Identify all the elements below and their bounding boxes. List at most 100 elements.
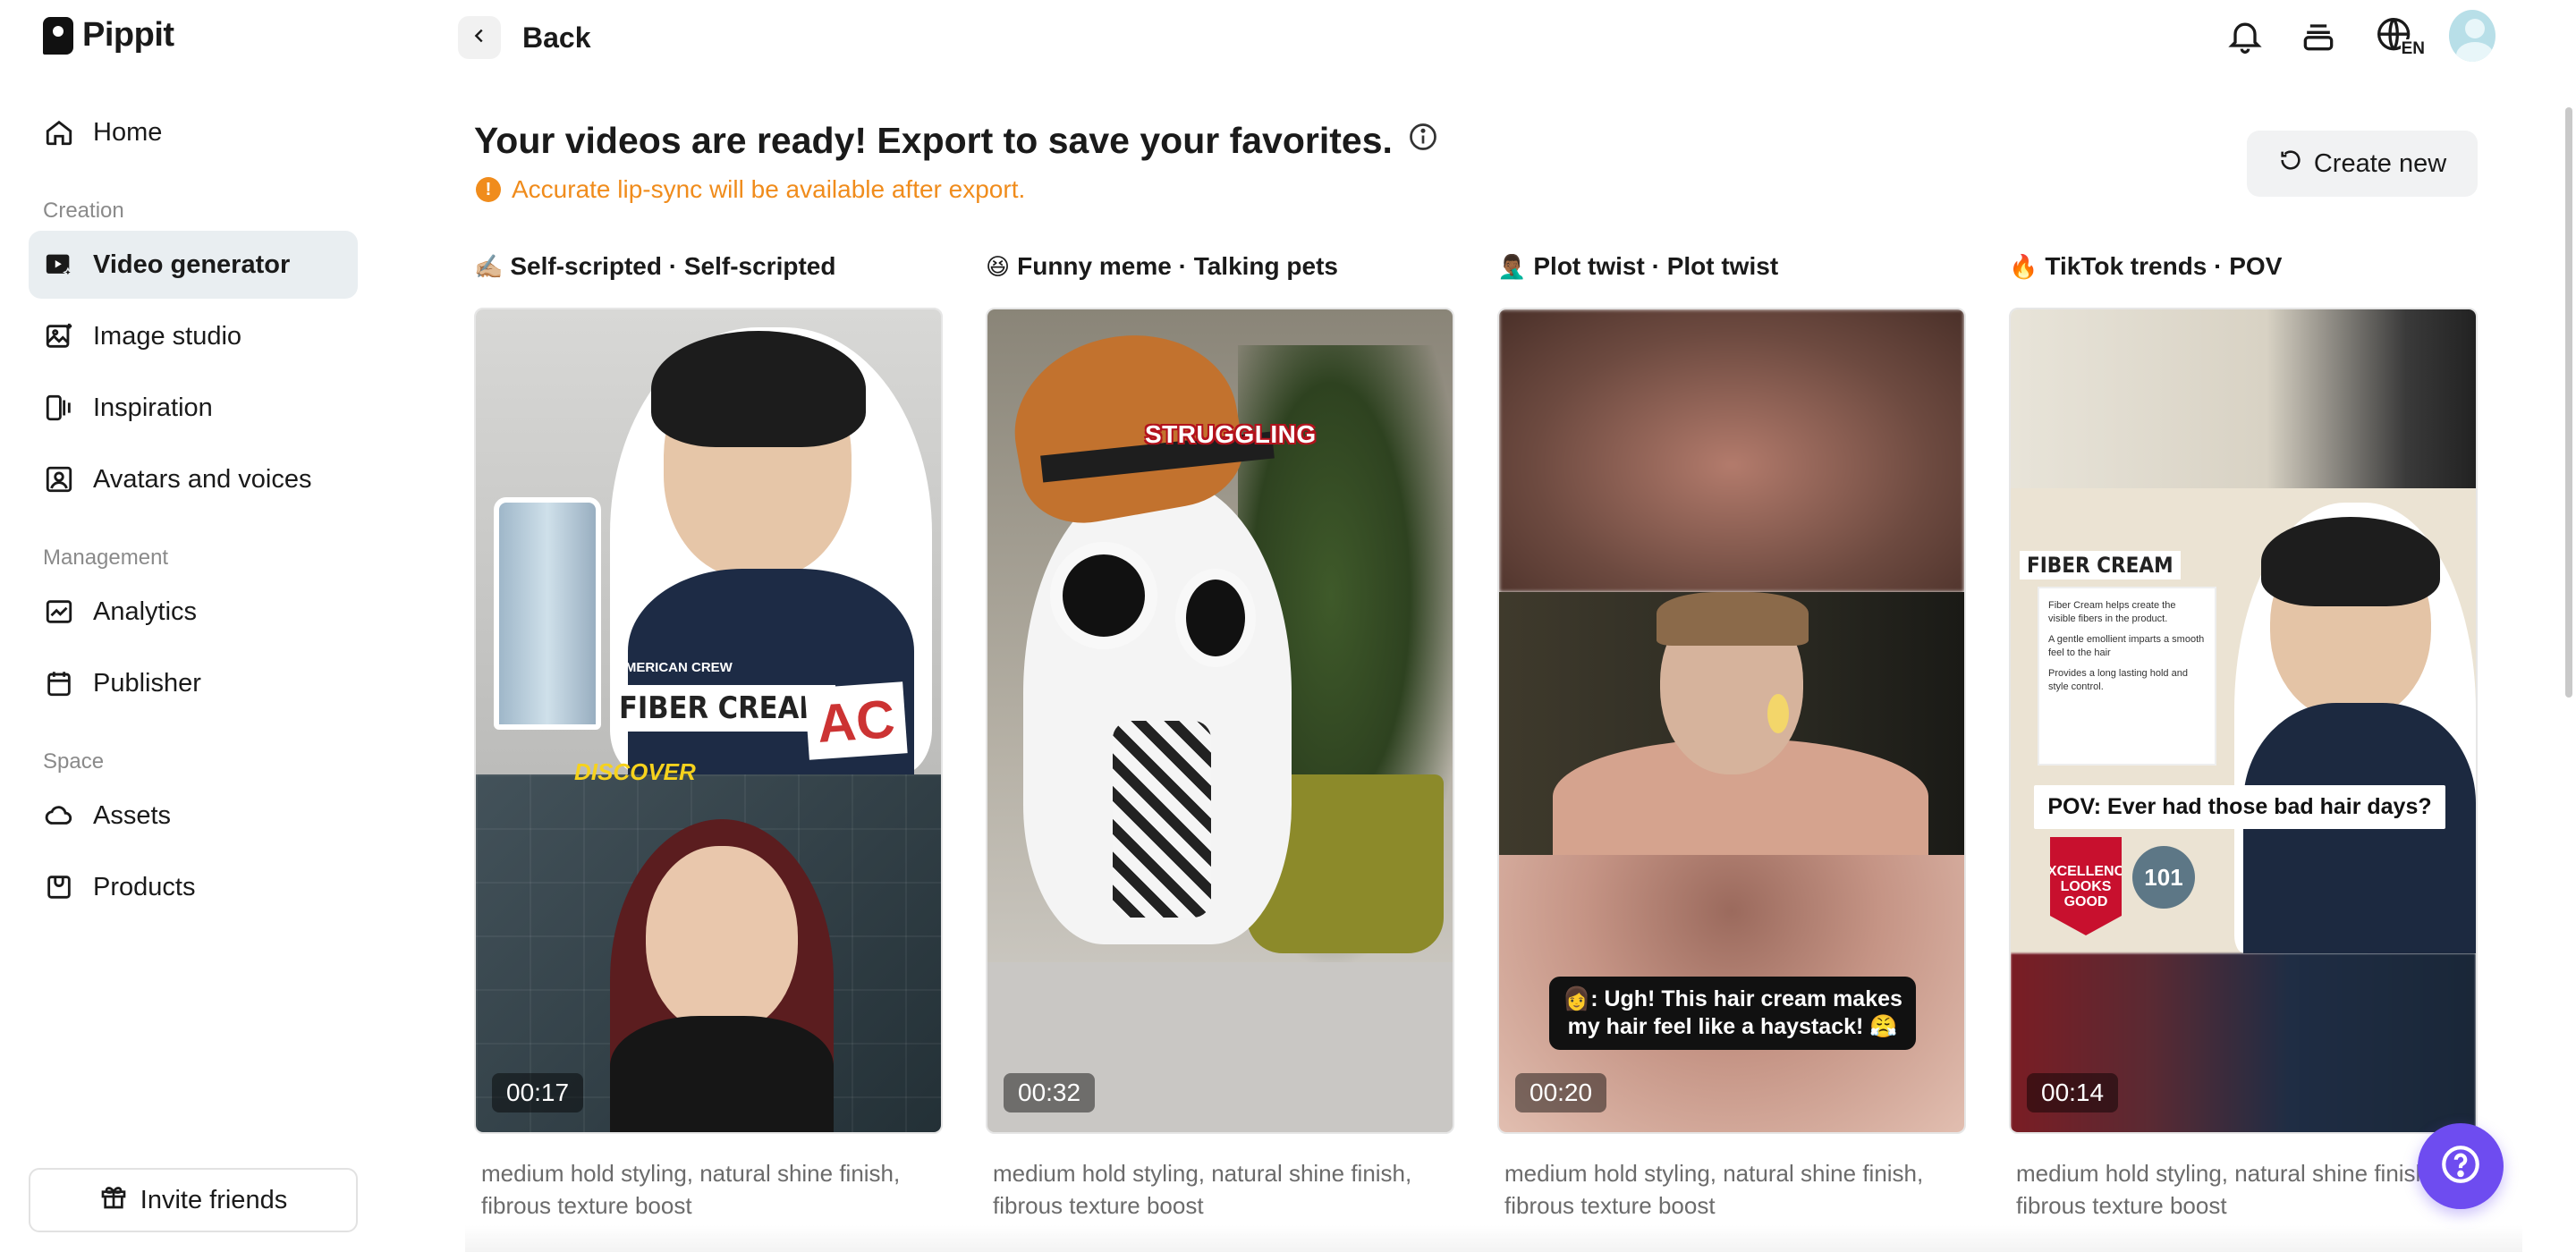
image-studio-icon: [43, 320, 75, 352]
brand-small-label: AMERICAN CREW: [615, 660, 733, 675]
create-new-button[interactable]: Create new: [2247, 131, 2478, 197]
video-description: medium hold styling, natural shine finis…: [1504, 1160, 1924, 1219]
cloud-icon: [43, 799, 75, 832]
video-description: medium hold styling, natural shine finis…: [481, 1160, 901, 1219]
back-button[interactable]: [458, 16, 501, 59]
app-logo[interactable]: Pippit: [43, 16, 174, 55]
notification-bell-icon[interactable]: [2222, 11, 2268, 61]
video-card: 😆 Funny meme · Talking pets STRUGGLING 0…: [986, 249, 1454, 1219]
nav-section-creation: Creation: [43, 199, 124, 223]
video-thumbnail[interactable]: 👩: Ugh! This hair cream makes my hair fe…: [1497, 308, 1966, 1134]
sidebar-item-label: Video generator: [93, 250, 291, 279]
product-note: Provides a long lasting hold and style c…: [2048, 668, 2188, 692]
sidebar-item-video-generator[interactable]: Video generator: [29, 231, 358, 299]
video-thumbnail[interactable]: FIBER CREAM Fiber Cream helps create the…: [2009, 308, 2478, 1134]
video-card-title: 🤦🏾‍♂️ Plot twist · Plot twist: [1497, 249, 1966, 284]
language-globe-icon[interactable]: EN: [2368, 11, 2426, 61]
product-tube-image: [494, 497, 601, 730]
pippit-logo-icon: [43, 16, 73, 55]
sidebar-item-label: Home: [93, 117, 163, 147]
duration-badge: 00:20: [1515, 1073, 1607, 1112]
sidebar-item-assets[interactable]: Assets: [29, 782, 358, 850]
brand-logo: AC: [804, 681, 908, 760]
meme-caption: STRUGGLING: [1145, 420, 1317, 448]
sidebar-item-products[interactable]: Products: [29, 853, 358, 921]
user-avatar[interactable]: [2449, 10, 2496, 62]
sidebar-item-label: Image studio: [93, 321, 242, 351]
discover-tag: DISCOVER: [574, 758, 696, 785]
page-title-text: Your videos are ready! Export to save yo…: [474, 120, 1393, 161]
product-label: FIBER CREAM: [2020, 551, 2181, 579]
invite-friends-button[interactable]: Invite friends: [29, 1168, 358, 1232]
product-label: FIBER CREAM: [610, 685, 835, 732]
video-card-title: 🔥 TikTok trends · POV: [2009, 249, 2478, 284]
subtitle-caption: 👩: Ugh! This hair cream makes my hair fe…: [1549, 977, 1916, 1050]
sidebar-item-label: Avatars and voices: [93, 464, 312, 494]
stack-layers-icon[interactable]: [2295, 11, 2342, 61]
nav-section-space: Space: [43, 749, 105, 774]
card-title-text: Self-scripted · Self-scripted: [510, 252, 836, 280]
excellence-badge: EXCELLENCE LOOKS GOOD: [2050, 837, 2122, 935]
product-box-icon: [43, 871, 75, 903]
sidebar-item-avatars-voices[interactable]: Avatars and voices: [29, 445, 358, 513]
sidebar-item-label: Inspiration: [93, 393, 213, 422]
help-button[interactable]: [2418, 1123, 2504, 1209]
card-emoji: 🤦🏾‍♂️: [1497, 252, 1527, 280]
gift-icon: [99, 1182, 128, 1218]
warning-text: Accurate lip-sync will be available afte…: [512, 175, 1026, 203]
card-emoji: 😆: [986, 252, 1011, 280]
avatar-icon: [43, 463, 75, 495]
sidebar-item-home[interactable]: Home: [29, 98, 358, 166]
video-card-title: ✍🏼 Self-scripted · Self-scripted: [474, 249, 943, 284]
sidebar-item-inspiration[interactable]: Inspiration: [29, 374, 358, 442]
sidebar: Pippit Home Creation Video generator Ima…: [0, 0, 386, 1252]
video-description: medium hold styling, natural shine finis…: [2016, 1160, 2436, 1219]
sidebar-item-image-studio[interactable]: Image studio: [29, 302, 358, 370]
video-card: 🤦🏾‍♂️ Plot twist · Plot twist 👩: Ugh! Th…: [1497, 249, 1966, 1219]
back-link[interactable]: Back: [522, 18, 591, 57]
sidebar-item-analytics[interactable]: Analytics: [29, 578, 358, 646]
pov-caption: POV: Ever had those bad hair days?: [2034, 785, 2445, 829]
analytics-icon: [43, 596, 75, 628]
sidebar-nav: Home Creation Video generator Image stud…: [29, 98, 358, 925]
product-notes: Fiber Cream helps create the visible fib…: [2038, 587, 2216, 766]
sidebar-item-label: Analytics: [93, 596, 198, 626]
sidebar-item-label: Assets: [93, 800, 172, 830]
product-note: A gentle emollient imparts a smooth feel…: [2048, 634, 2205, 658]
card-title-text: TikTok trends · POV: [2045, 252, 2283, 280]
info-icon[interactable]: [1407, 120, 1439, 162]
video-thumbnail[interactable]: STRUGGLING 00:32: [986, 308, 1454, 1134]
video-card: 🔥 TikTok trends · POV FIBER CREAM Fiber …: [2009, 249, 2478, 1219]
warning-icon: !: [476, 177, 501, 202]
vertical-scrollbar[interactable]: [2565, 107, 2572, 698]
sidebar-item-publisher[interactable]: Publisher: [29, 649, 358, 717]
styling-101-badge: 101: [2132, 846, 2195, 909]
invite-label: Invite friends: [140, 1185, 288, 1214]
top-toolbar: EN: [2222, 10, 2496, 62]
language-badge: EN: [2400, 39, 2426, 59]
duration-badge: 00:32: [1004, 1073, 1096, 1112]
sidebar-item-label: Products: [93, 872, 196, 901]
duration-badge: 00:14: [2027, 1073, 2119, 1112]
app-name: Pippit: [82, 16, 174, 54]
page-title: Your videos are ready! Export to save yo…: [474, 120, 1439, 162]
nav-section-management: Management: [43, 546, 169, 570]
refresh-icon: [2278, 148, 2303, 180]
avatar: [2449, 10, 2496, 62]
card-emoji: ✍🏼: [474, 252, 504, 280]
home-icon: [43, 116, 75, 148]
chevron-left-icon: [470, 26, 489, 50]
card-title-text: Plot twist · Plot twist: [1533, 252, 1779, 280]
video-thumbnail[interactable]: AMERICAN CREW FIBER CREAM AC DISCOVER 00…: [474, 308, 943, 1134]
video-card: ✍🏼 Self-scripted · Self-scripted AMERICA…: [474, 249, 943, 1219]
create-new-label: Create new: [2313, 148, 2447, 178]
sidebar-item-label: Publisher: [93, 668, 201, 698]
card-title-text: Funny meme · Talking pets: [1017, 252, 1338, 280]
question-mark-icon: [2438, 1142, 2483, 1191]
lipsync-warning: ! Accurate lip-sync will be available af…: [476, 175, 1025, 204]
video-description: medium hold styling, natural shine finis…: [993, 1160, 1412, 1219]
inspiration-icon: [43, 392, 75, 424]
calendar-icon: [43, 667, 75, 699]
duration-badge: 00:17: [492, 1073, 584, 1112]
card-emoji: 🔥: [2009, 252, 2038, 280]
